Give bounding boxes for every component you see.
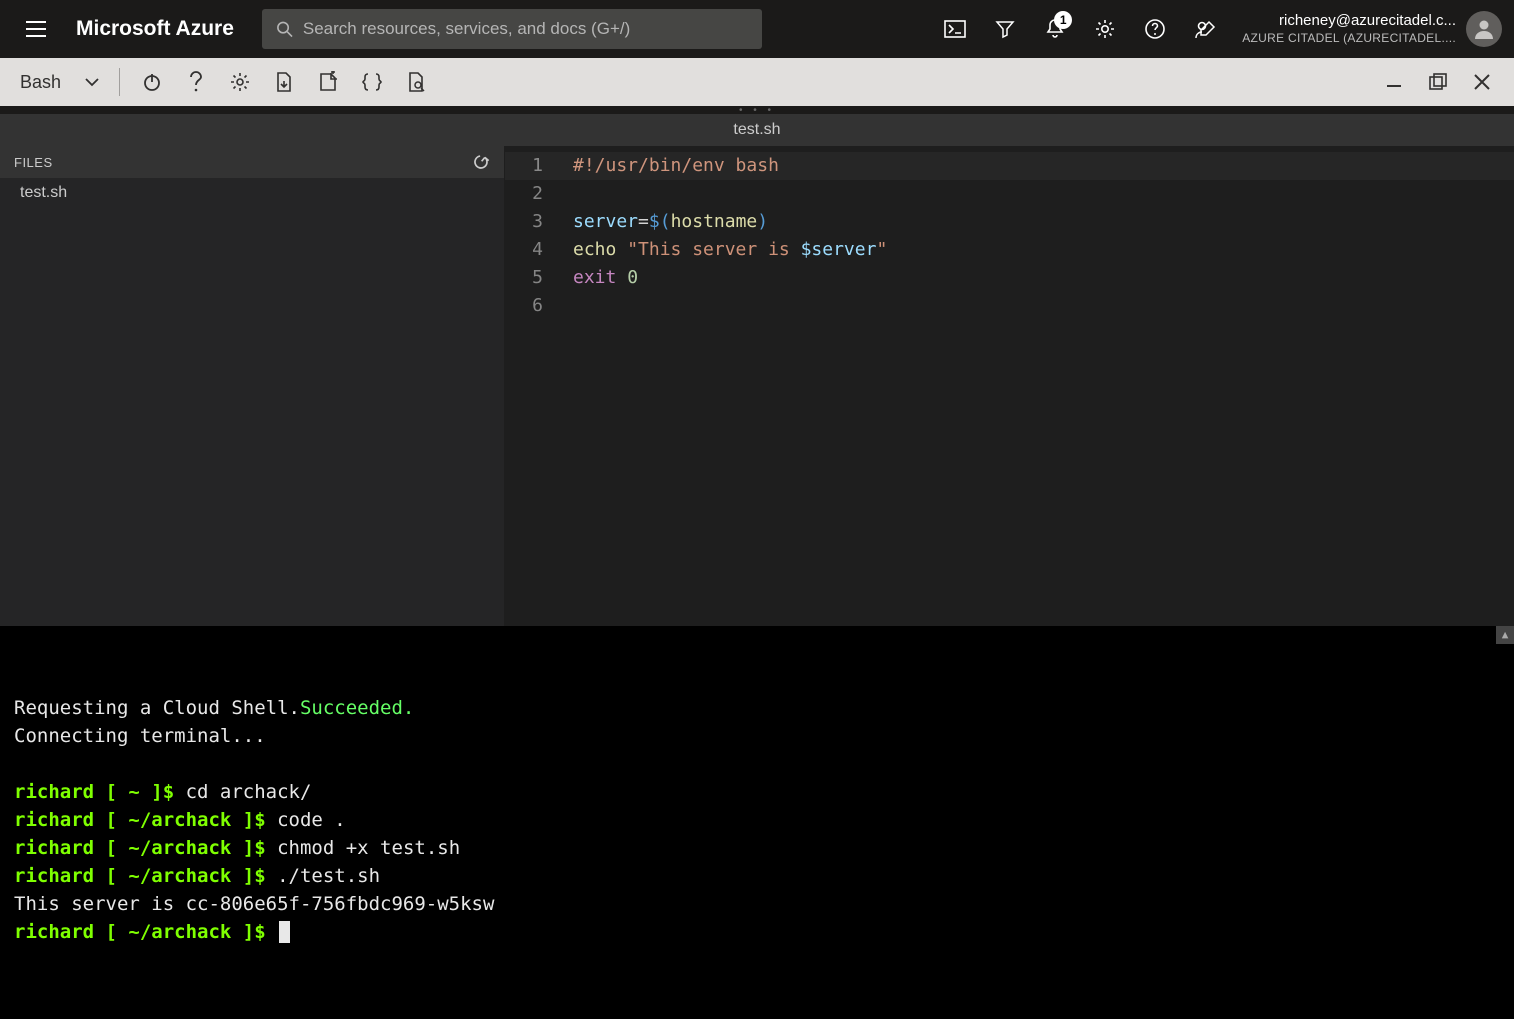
refresh-icon[interactable]	[472, 153, 490, 171]
editor-button[interactable]	[352, 62, 392, 102]
filter-icon	[995, 19, 1015, 39]
minimize-icon	[1385, 73, 1403, 91]
account-tenant: AZURE CITADEL (AZURECITADEL....	[1242, 31, 1456, 46]
line-number: 3	[505, 208, 543, 236]
account-menu[interactable]: richeney@azurecitadel.c... AZURE CITADEL…	[1230, 11, 1502, 47]
account-text: richeney@azurecitadel.c... AZURE CITADEL…	[1242, 12, 1456, 46]
feedback-icon	[1194, 18, 1216, 40]
notification-badge: 1	[1054, 11, 1072, 29]
close-icon	[1473, 73, 1491, 91]
person-icon	[1472, 17, 1496, 41]
line-number: 5	[505, 264, 543, 292]
search-icon	[276, 20, 293, 38]
avatar	[1466, 11, 1502, 47]
azure-top-bar: Microsoft Azure 1 richeney@azurecitadel.…	[0, 0, 1514, 58]
maximize-icon	[1428, 72, 1448, 92]
upload-download-button[interactable]	[264, 62, 304, 102]
line-number: 2	[505, 180, 543, 208]
terminal-cursor	[279, 921, 290, 943]
line-number: 1	[505, 152, 543, 180]
brand-label[interactable]: Microsoft Azure	[68, 17, 254, 41]
shell-settings-button[interactable]	[220, 62, 260, 102]
cloud-shell-button[interactable]	[930, 5, 980, 53]
cloud-shell-toolbar: Bash	[0, 58, 1514, 106]
scroll-up-button[interactable]: ▲	[1496, 626, 1514, 644]
maximize-button[interactable]	[1418, 62, 1458, 102]
line-number: 6	[505, 292, 543, 320]
power-icon	[141, 71, 163, 93]
hamburger-icon	[26, 21, 46, 37]
feedback-button[interactable]	[1180, 5, 1230, 53]
terminal-panel[interactable]: ▲ Requesting a Cloud Shell.Succeeded. Co…	[0, 626, 1514, 1019]
separator	[119, 68, 120, 96]
chevron-down-icon	[85, 77, 99, 87]
top-icon-group: 1 richeney@azurecitadel.c... AZURE CITAD…	[930, 5, 1502, 53]
restart-button[interactable]	[132, 62, 172, 102]
new-session-button[interactable]	[308, 62, 348, 102]
open-file-tab[interactable]: test.sh	[733, 121, 780, 139]
account-email: richeney@azurecitadel.c...	[1242, 12, 1456, 31]
gear-icon	[1094, 18, 1116, 40]
files-header: FILES	[0, 146, 504, 178]
web-preview-button[interactable]	[396, 62, 436, 102]
search-box[interactable]	[262, 9, 762, 49]
terminal-icon	[944, 20, 966, 38]
notifications-button[interactable]: 1	[1030, 5, 1080, 53]
line-number: 4	[505, 236, 543, 264]
close-button[interactable]	[1462, 62, 1502, 102]
code-editor[interactable]: 1 2 3 4 5 6 #!/usr/bin/env bash server=$…	[505, 146, 1514, 626]
files-label: FILES	[14, 155, 53, 170]
file-plus-icon	[317, 71, 339, 93]
shell-type-label: Bash	[20, 72, 61, 93]
code-content[interactable]: #!/usr/bin/env bash server=$(hostname) e…	[561, 146, 887, 626]
braces-icon	[361, 71, 383, 93]
editor-tab-bar: test.sh	[0, 114, 1514, 146]
gear-icon	[229, 71, 251, 93]
help-button[interactable]	[1130, 5, 1180, 53]
file-upload-icon	[273, 71, 295, 93]
search-input[interactable]	[303, 19, 748, 39]
file-preview-icon	[405, 71, 427, 93]
line-gutter: 1 2 3 4 5 6	[505, 146, 561, 626]
minimize-button[interactable]	[1374, 62, 1414, 102]
settings-button[interactable]	[1080, 5, 1130, 53]
drag-handle[interactable]: • • •	[0, 106, 1514, 114]
file-explorer: FILES test.sh	[0, 146, 505, 626]
editor-area: FILES test.sh 1 2 3 4 5 6 #!/usr/bin/env…	[0, 146, 1514, 626]
help-icon	[1144, 18, 1166, 40]
shell-help-button[interactable]	[176, 62, 216, 102]
shell-type-select[interactable]: Bash	[12, 72, 107, 93]
file-item[interactable]: test.sh	[0, 178, 504, 208]
question-icon	[189, 71, 203, 93]
directories-button[interactable]	[980, 5, 1030, 53]
menu-button[interactable]	[12, 5, 60, 53]
